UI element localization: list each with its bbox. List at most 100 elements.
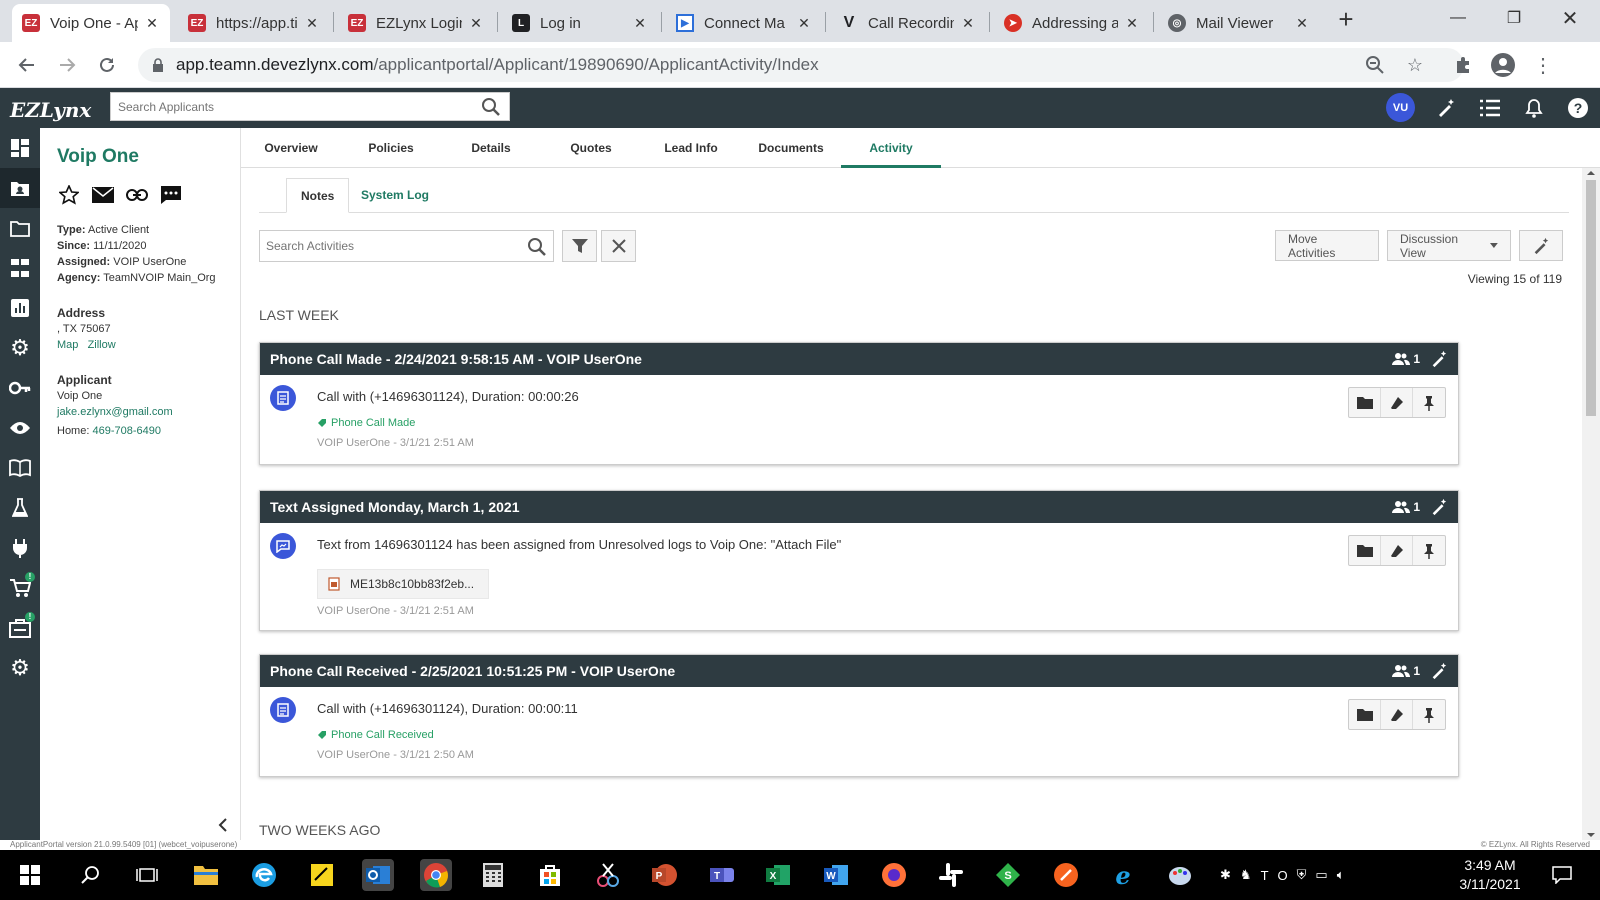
- home-phone-link[interactable]: 469-708-6490: [92, 425, 161, 437]
- notification-center-icon[interactable]: [1546, 859, 1578, 891]
- move-activities-button[interactable]: Move Activities: [1275, 230, 1379, 261]
- windows-start-icon[interactable]: [14, 859, 46, 891]
- pin-icon[interactable]: [1413, 388, 1445, 417]
- applicant-search-input[interactable]: [111, 93, 471, 120]
- firefox-icon[interactable]: [878, 859, 910, 891]
- tab-quotes[interactable]: Quotes: [541, 128, 641, 168]
- store-icon[interactable]: [534, 859, 566, 891]
- applicant-icon[interactable]: [0, 168, 40, 208]
- word-icon[interactable]: W: [820, 859, 852, 891]
- browser-tab-app[interactable]: EZ https://app.ti ✕: [178, 4, 330, 42]
- tab-system-log[interactable]: System Log: [347, 178, 443, 213]
- menu-button[interactable]: ⋮: [1528, 50, 1558, 80]
- attachment-chip[interactable]: ME13b8c10bb83f2eb...: [317, 569, 489, 599]
- book-icon[interactable]: [0, 448, 40, 488]
- zillow-link[interactable]: Zillow: [88, 339, 116, 351]
- eraser-icon[interactable]: [1381, 700, 1413, 729]
- star-icon[interactable]: [57, 183, 81, 207]
- tab-notes[interactable]: Notes: [286, 178, 350, 213]
- browser-tab-mail-viewer[interactable]: ◎ Mail Viewer ✕: [1158, 4, 1320, 42]
- excel-icon[interactable]: X: [762, 859, 794, 891]
- link-icon[interactable]: [125, 183, 149, 207]
- browser-tab-addressing[interactable]: ➤ Addressing a ✕: [994, 4, 1150, 42]
- close-window-button[interactable]: ✕: [1542, 0, 1598, 36]
- outlook-icon[interactable]: [362, 859, 394, 891]
- email-link[interactable]: jake.ezlynx@gmail.com: [57, 406, 173, 418]
- browser-tab-voip-one[interactable]: EZ Voip One - Ap ✕: [12, 4, 170, 42]
- org-chart-icon[interactable]: [0, 248, 40, 288]
- sticky-notes-icon[interactable]: [306, 859, 338, 891]
- briefcase-icon[interactable]: !: [0, 608, 40, 648]
- outlook-tray-icon[interactable]: O: [1278, 868, 1288, 883]
- activity-tag[interactable]: Phone Call Made: [317, 417, 415, 429]
- address-bar[interactable]: app.teamn.devezlynx.com/applicantportal/…: [138, 48, 1464, 82]
- activity-tag[interactable]: Phone Call Received: [317, 729, 434, 741]
- network-icon[interactable]: ▭: [1315, 867, 1327, 883]
- bell-icon[interactable]: [1522, 96, 1546, 120]
- scrollbar-thumb[interactable]: [1586, 180, 1596, 416]
- teams-icon[interactable]: T: [706, 859, 738, 891]
- reload-button[interactable]: [92, 50, 122, 80]
- minimize-button[interactable]: —: [1430, 0, 1486, 36]
- chrome-icon[interactable]: [420, 859, 452, 891]
- help-icon[interactable]: ?: [1566, 96, 1590, 120]
- eraser-icon[interactable]: [1381, 536, 1413, 565]
- flask-icon[interactable]: [0, 488, 40, 528]
- quick-edit-icon[interactable]: [1430, 350, 1448, 368]
- collapse-panel-button[interactable]: [218, 818, 228, 832]
- map-link[interactable]: Map: [57, 339, 78, 351]
- orange-app-icon[interactable]: [1050, 859, 1082, 891]
- admin-settings-icon[interactable]: ⚙: [0, 648, 40, 688]
- tab-activity[interactable]: Activity: [841, 128, 941, 168]
- powerpoint-icon[interactable]: P: [648, 859, 680, 891]
- close-icon[interactable]: ✕: [960, 15, 976, 32]
- back-button[interactable]: [12, 50, 42, 80]
- restore-button[interactable]: ❐: [1486, 0, 1542, 36]
- clear-filter-button[interactable]: [601, 230, 636, 262]
- quick-edit-icon[interactable]: [1430, 498, 1448, 516]
- folder-icon[interactable]: [0, 208, 40, 248]
- tab-details[interactable]: Details: [441, 128, 541, 168]
- security-tray-icon[interactable]: ⛨: [1297, 867, 1307, 883]
- tab-overview[interactable]: Overview: [241, 128, 341, 168]
- folder-icon[interactable]: [1349, 388, 1381, 417]
- settings-icon[interactable]: ⚙: [0, 328, 40, 368]
- close-icon[interactable]: ✕: [144, 15, 160, 32]
- teams-tray-icon[interactable]: T: [1261, 868, 1269, 883]
- tab-documents[interactable]: Documents: [741, 128, 841, 168]
- chat-icon[interactable]: [159, 183, 183, 207]
- eraser-icon[interactable]: [1381, 388, 1413, 417]
- internet-explorer-icon[interactable]: e: [1107, 859, 1139, 891]
- participants-count[interactable]: 1: [1392, 343, 1420, 375]
- file-explorer-icon[interactable]: [190, 859, 222, 891]
- discussion-view-dropdown[interactable]: Discussion View: [1387, 230, 1511, 261]
- content-scrollbar[interactable]: [1582, 168, 1600, 840]
- taskbar-clock[interactable]: 3:49 AM 3/11/2021: [1440, 856, 1540, 894]
- add-note-button[interactable]: [1519, 230, 1563, 261]
- tray-app-icon[interactable]: ♞: [1240, 867, 1252, 883]
- browser-tab-log-in[interactable]: L Log in ✕: [502, 4, 658, 42]
- close-icon[interactable]: ✕: [304, 15, 320, 32]
- tab-lead-info[interactable]: Lead Info: [641, 128, 741, 168]
- activity-search-input[interactable]: [260, 231, 515, 261]
- ezlynx-logo[interactable]: EZLynx: [10, 90, 91, 126]
- eye-icon[interactable]: [0, 408, 40, 448]
- folder-icon[interactable]: [1349, 700, 1381, 729]
- close-icon[interactable]: ✕: [1124, 15, 1140, 32]
- green-app-icon[interactable]: S: [992, 859, 1024, 891]
- snip-icon[interactable]: [592, 859, 624, 891]
- slack-tray-icon[interactable]: ✱: [1220, 867, 1231, 883]
- close-icon[interactable]: ✕: [796, 15, 812, 32]
- forward-button[interactable]: [52, 50, 82, 80]
- search-icon[interactable]: [481, 97, 501, 117]
- paint-icon[interactable]: [1164, 859, 1196, 891]
- dashboard-icon[interactable]: [0, 128, 40, 168]
- search-icon[interactable]: [527, 237, 547, 257]
- close-icon[interactable]: ✕: [468, 15, 484, 32]
- browser-tab-connect[interactable]: ▶ Connect Ma ✕: [666, 4, 822, 42]
- edge-icon[interactable]: [248, 859, 280, 891]
- user-avatar[interactable]: VU: [1386, 93, 1415, 122]
- plug-icon[interactable]: [0, 528, 40, 568]
- filter-button[interactable]: [562, 230, 597, 262]
- slack-icon[interactable]: [935, 859, 967, 891]
